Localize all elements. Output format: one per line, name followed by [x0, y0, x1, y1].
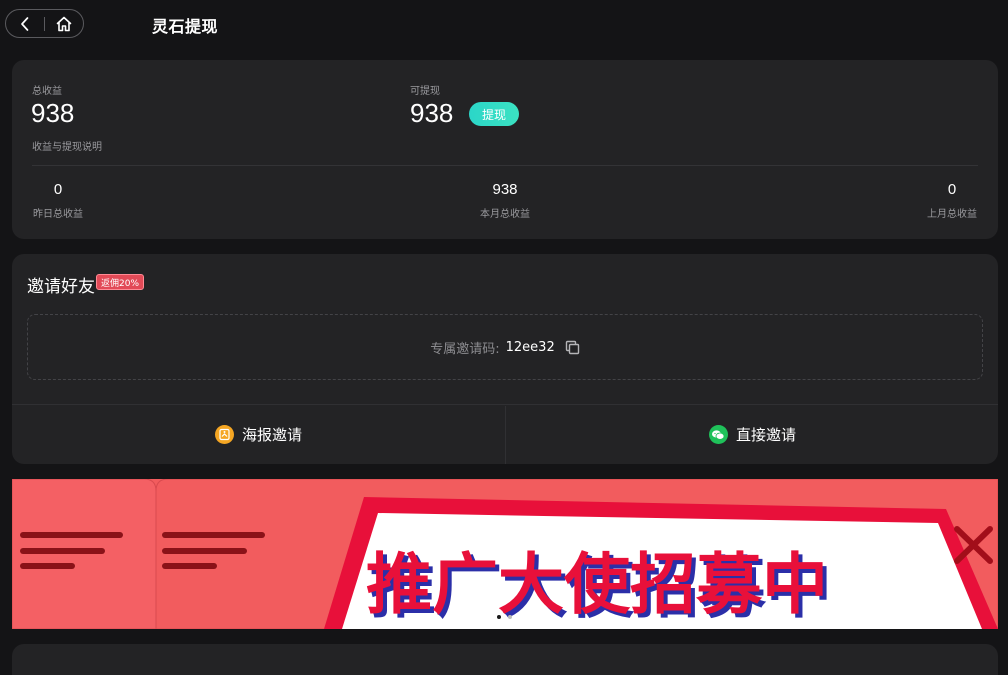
- nav-capsule: [5, 9, 84, 38]
- direct-invite-button[interactable]: 直接邀请: [506, 405, 999, 464]
- stat-last-month: 0 上月总收益: [926, 181, 978, 220]
- promo-banner[interactable]: 推广大使招募中 推广大使招募中: [12, 479, 998, 629]
- invite-code-value: 12ee32: [505, 339, 555, 355]
- total-earnings-value: 938: [31, 98, 75, 128]
- stat-this-month-label: 本月总收益: [480, 209, 530, 220]
- stat-yesterday-label: 昨日总收益: [33, 209, 83, 220]
- invite-code-box: 专属邀请码: 12ee32: [27, 314, 983, 380]
- poster-icon: [214, 425, 234, 444]
- stat-last-month-label: 上月总收益: [927, 209, 977, 220]
- total-earnings-label: 总收益: [32, 86, 62, 97]
- withdraw-button[interactable]: 提现: [469, 102, 519, 126]
- copy-icon: [565, 340, 579, 354]
- available-label: 可提现: [410, 86, 440, 97]
- stat-yesterday-value: 0: [53, 181, 63, 198]
- earnings-divider: [32, 165, 978, 166]
- stat-yesterday: 0 昨日总收益: [32, 181, 84, 220]
- invite-title: 邀请好友: [27, 277, 95, 297]
- earnings-explain-link[interactable]: 收益与提现说明: [32, 138, 102, 153]
- stat-this-month-value: 938: [492, 181, 518, 198]
- chevron-left-icon: [21, 16, 29, 31]
- home-button[interactable]: [45, 10, 83, 37]
- wechat-icon: [708, 425, 728, 444]
- available-value: 938: [410, 98, 454, 128]
- invite-card: 邀请好友 返佣20% 专属邀请码: 12ee32 海报邀请 直接邀请: [12, 254, 998, 464]
- top-bar: 灵石提现: [0, 0, 1008, 48]
- carousel-dot[interactable]: [508, 615, 512, 619]
- direct-invite-label: 直接邀请: [735, 426, 796, 444]
- page-title: 灵石提现: [152, 17, 219, 36]
- home-icon: [56, 16, 72, 31]
- banner-headline: 推广大使招募中: [366, 546, 828, 623]
- back-button[interactable]: [6, 10, 44, 37]
- banner-artwork: 推广大使招募中 推广大使招募中: [12, 479, 998, 629]
- stat-this-month: 938 本月总收益: [478, 181, 532, 220]
- copy-button[interactable]: [565, 340, 580, 355]
- carousel-dot-active[interactable]: [497, 615, 501, 619]
- rebate-badge: 返佣20%: [96, 274, 145, 290]
- earnings-card: 总收益 938 收益与提现说明 可提现 938 提现 0 昨日总收益 938 本…: [12, 60, 998, 239]
- invite-code-label: 专属邀请码:: [430, 341, 500, 357]
- poster-invite-button[interactable]: 海报邀请: [12, 405, 505, 464]
- next-section-card: [12, 644, 998, 675]
- stat-last-month-value: 0: [947, 181, 957, 198]
- poster-invite-label: 海报邀请: [241, 426, 302, 444]
